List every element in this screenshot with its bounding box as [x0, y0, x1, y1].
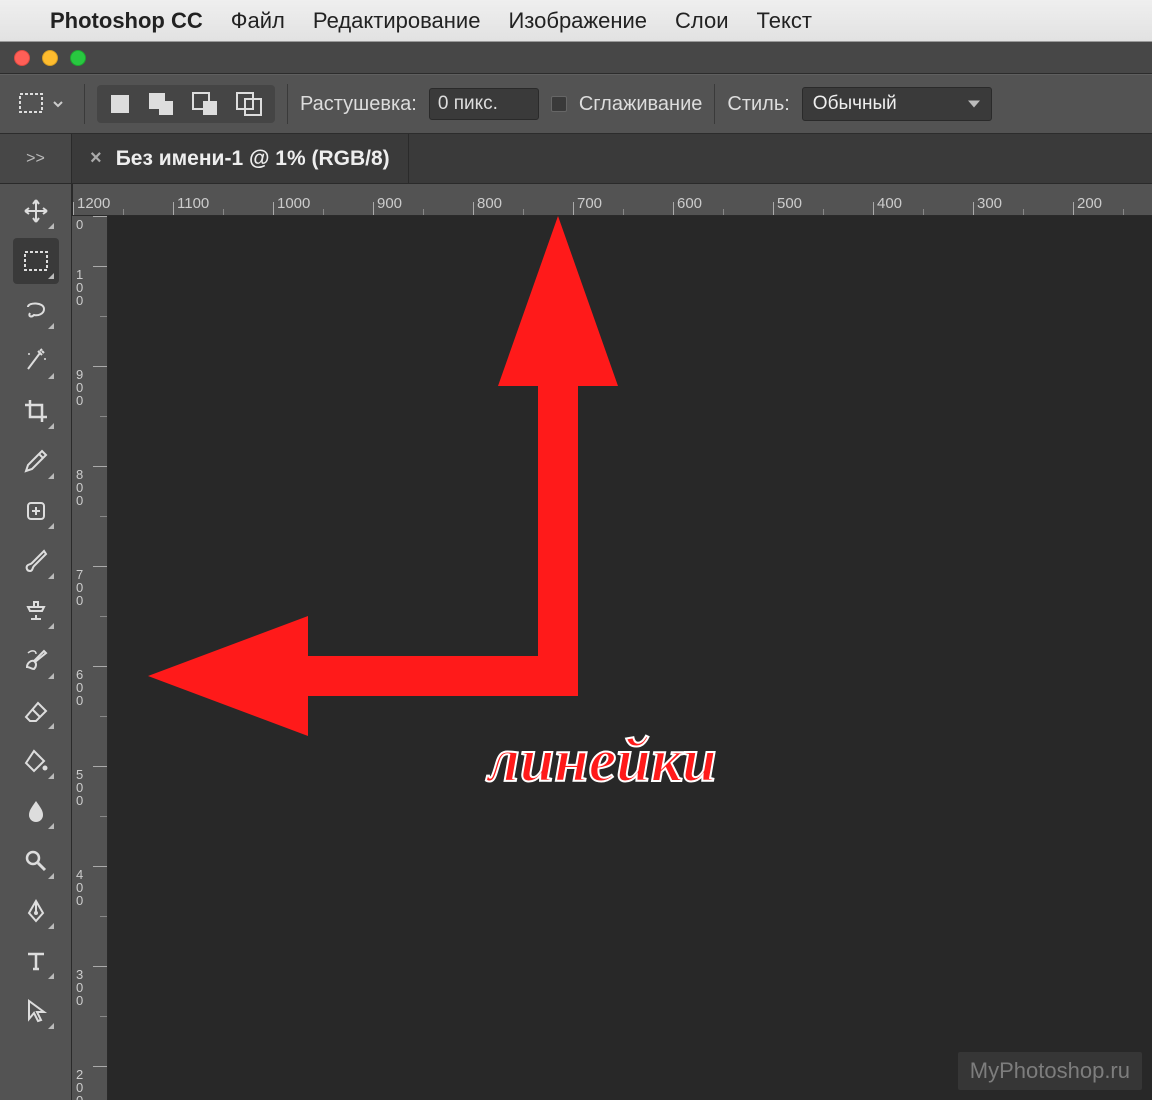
vruler-tick: 100	[72, 266, 107, 366]
vruler-tick: 200	[72, 1066, 107, 1100]
document-tab-title: Без имени-1 @ 1% (RGB/8)	[116, 147, 390, 171]
close-window-button[interactable]	[14, 50, 30, 66]
pen-tool[interactable]	[13, 888, 59, 934]
hruler-tick: 300	[973, 184, 1073, 216]
close-tab-icon[interactable]: ×	[90, 147, 102, 170]
annotation-label: линейки	[488, 726, 717, 797]
brush-tool[interactable]	[13, 538, 59, 584]
vertical-ruler[interactable]: 0100900800700600500400300200100	[72, 216, 108, 1100]
vruler-tick: 400	[72, 866, 107, 966]
vruler-tick: 0	[72, 216, 107, 266]
vruler-tick: 500	[72, 766, 107, 866]
vruler-tick: 800	[72, 466, 107, 566]
paint-bucket-tool[interactable]	[13, 738, 59, 784]
antialias-label: Сглаживание	[579, 93, 703, 116]
vruler-tick: 900	[72, 366, 107, 466]
rectangular-marquee-tool[interactable]	[13, 238, 59, 284]
style-select[interactable]: Обычный	[802, 87, 992, 121]
magic-wand-tool[interactable]	[13, 338, 59, 384]
clone-stamp-tool[interactable]	[13, 588, 59, 634]
healing-brush-tool[interactable]	[13, 488, 59, 534]
eraser-tool[interactable]	[13, 688, 59, 734]
style-label: Стиль:	[727, 93, 789, 116]
selection-mode-group	[97, 85, 275, 123]
options-bar: Растушевка: Сглаживание Стиль: Обычный	[0, 74, 1152, 134]
chevron-down-icon	[52, 98, 64, 110]
menu-text[interactable]: Текст	[757, 8, 812, 34]
subtract-selection-icon[interactable]	[191, 91, 221, 117]
vruler-tick: 300	[72, 966, 107, 1066]
current-tool-indicator[interactable]	[10, 88, 72, 120]
lasso-tool[interactable]	[13, 288, 59, 334]
add-selection-icon[interactable]	[147, 91, 177, 117]
document-tabs: >> × Без имени-1 @ 1% (RGB/8)	[0, 134, 1152, 184]
annotation-arrows	[138, 206, 838, 906]
move-tool[interactable]	[13, 188, 59, 234]
dodge-tool[interactable]	[13, 838, 59, 884]
hruler-tick: 200	[1073, 184, 1152, 216]
hruler-tick: 400	[873, 184, 973, 216]
vruler-tick: 600	[72, 666, 107, 766]
feather-input[interactable]	[429, 88, 539, 120]
menu-layers[interactable]: Слои	[675, 8, 729, 34]
new-selection-icon[interactable]	[107, 91, 133, 117]
style-select-wrap[interactable]: Обычный	[802, 87, 992, 121]
type-tool[interactable]	[13, 938, 59, 984]
expand-panels-button[interactable]: >>	[0, 134, 72, 183]
separator	[714, 84, 715, 124]
feather-label: Растушевка:	[300, 93, 417, 116]
menu-edit[interactable]: Редактирование	[313, 8, 481, 34]
minimize-window-button[interactable]	[42, 50, 58, 66]
eyedropper-tool[interactable]	[13, 438, 59, 484]
app-name[interactable]: Photoshop CC	[50, 8, 203, 34]
separator	[287, 84, 288, 124]
watermark: MyPhotoshop.ru	[958, 1052, 1142, 1090]
mac-menubar: Photoshop CC Файл Редактирование Изображ…	[0, 0, 1152, 42]
window-titlebar	[0, 42, 1152, 74]
canvas[interactable]: линейки MyPhotoshop.ru	[108, 216, 1152, 1100]
canvas-area: 1200110010009008007006005004003002001000…	[72, 184, 1152, 1100]
main-area: 1200110010009008007006005004003002001000…	[0, 184, 1152, 1100]
intersect-selection-icon[interactable]	[235, 91, 265, 117]
separator	[84, 84, 85, 124]
crop-tool[interactable]	[13, 388, 59, 434]
vruler-tick: 700	[72, 566, 107, 666]
history-brush-tool[interactable]	[13, 638, 59, 684]
zoom-window-button[interactable]	[70, 50, 86, 66]
tools-panel	[0, 184, 72, 1100]
blur-tool[interactable]	[13, 788, 59, 834]
antialias-checkbox[interactable]	[551, 96, 567, 112]
document-tab[interactable]: × Без имени-1 @ 1% (RGB/8)	[72, 134, 409, 183]
menu-file[interactable]: Файл	[231, 8, 285, 34]
path-selection-tool[interactable]	[13, 988, 59, 1034]
menu-image[interactable]: Изображение	[508, 8, 647, 34]
